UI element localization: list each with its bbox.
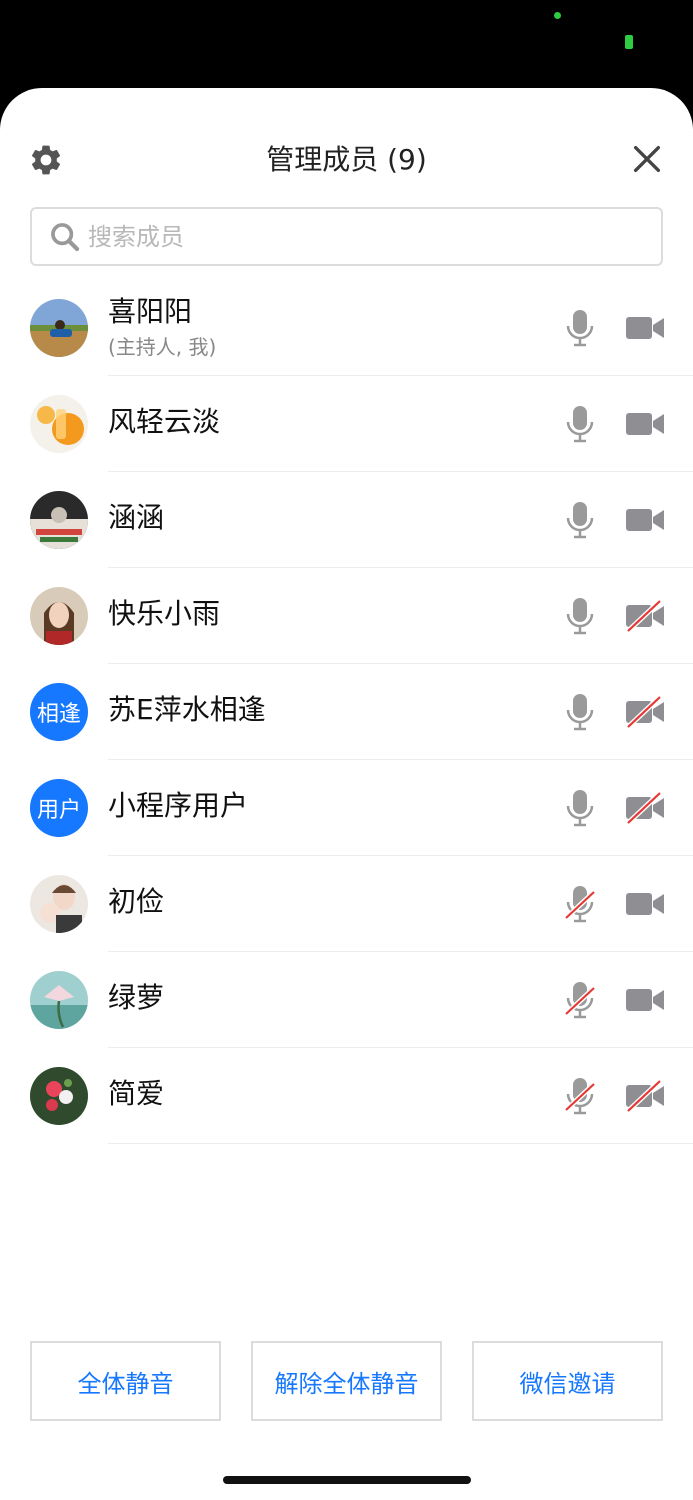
action-bar: 全体静音 解除全体静音 微信邀请 xyxy=(30,1341,663,1421)
search-input[interactable] xyxy=(88,222,648,251)
video-camera-off-icon[interactable] xyxy=(624,598,666,634)
avatar xyxy=(30,299,88,357)
video-camera-off-icon[interactable] xyxy=(624,1078,666,1114)
microphone-icon[interactable] xyxy=(562,788,598,828)
microphone-icon[interactable] xyxy=(562,692,598,732)
video-camera-icon[interactable] xyxy=(624,982,666,1018)
list-item[interactable]: 初俭 xyxy=(0,856,693,952)
avatar xyxy=(30,491,88,549)
list-item[interactable]: 快乐小雨 xyxy=(0,568,693,664)
battery-indicator xyxy=(625,35,633,49)
member-name: 绿萝 xyxy=(108,981,165,1014)
close-icon[interactable] xyxy=(630,142,664,176)
avatar xyxy=(30,587,88,645)
microphone-off-icon[interactable] xyxy=(562,980,598,1020)
member-role: (主持人, 我) xyxy=(108,335,217,359)
member-name: 喜阳阳 xyxy=(108,295,193,328)
member-name: 简爱 xyxy=(108,1077,165,1110)
microphone-icon[interactable] xyxy=(562,596,598,636)
sheet-header: 管理成员 (9) xyxy=(0,88,693,208)
microphone-off-icon[interactable] xyxy=(562,1076,598,1116)
avatar xyxy=(30,395,88,453)
home-indicator[interactable] xyxy=(223,1476,471,1484)
avatar xyxy=(30,1067,88,1125)
member-list: 喜阳阳 (主持人, 我) 风轻云淡 涵涵 快乐小雨 相逢 苏E萍水相逢 用户 小… xyxy=(0,280,693,1144)
list-item[interactable]: 简爱 xyxy=(0,1048,693,1144)
status-bar xyxy=(0,0,693,90)
wechat-invite-button[interactable]: 微信邀请 xyxy=(472,1341,663,1421)
microphone-off-icon[interactable] xyxy=(562,884,598,924)
list-item[interactable]: 涵涵 xyxy=(0,472,693,568)
privacy-indicator-dot xyxy=(554,12,561,19)
member-name: 初俭 xyxy=(108,885,165,918)
video-camera-off-icon[interactable] xyxy=(624,694,666,730)
member-name: 小程序用户 xyxy=(108,789,249,822)
manage-members-sheet: 管理成员 (9) 喜阳阳 ( xyxy=(0,88,693,1500)
video-camera-off-icon[interactable] xyxy=(624,790,666,826)
search-icon xyxy=(51,222,80,251)
video-camera-icon[interactable] xyxy=(624,886,666,922)
microphone-icon[interactable] xyxy=(562,308,598,348)
list-item[interactable]: 绿萝 xyxy=(0,952,693,1048)
avatar xyxy=(30,971,88,1029)
member-name: 苏E萍水相逢 xyxy=(108,693,266,726)
list-item[interactable]: 用户 小程序用户 xyxy=(0,760,693,856)
avatar: 相逢 xyxy=(30,683,88,741)
avatar xyxy=(30,875,88,933)
unmute-all-button[interactable]: 解除全体静音 xyxy=(251,1341,442,1421)
member-name: 快乐小雨 xyxy=(108,597,221,630)
avatar: 用户 xyxy=(30,779,88,837)
video-camera-icon[interactable] xyxy=(624,502,666,538)
video-camera-icon[interactable] xyxy=(624,406,666,442)
page-title: 管理成员 (9) xyxy=(266,143,427,176)
list-item[interactable]: 风轻云淡 xyxy=(0,376,693,472)
row-divider xyxy=(108,1143,693,1144)
list-item[interactable]: 喜阳阳 (主持人, 我) xyxy=(0,280,693,376)
mute-all-button[interactable]: 全体静音 xyxy=(30,1341,221,1421)
search-bar[interactable] xyxy=(30,207,663,266)
microphone-icon[interactable] xyxy=(562,500,598,540)
member-name: 风轻云淡 xyxy=(108,405,221,438)
video-camera-icon[interactable] xyxy=(624,310,666,346)
microphone-icon[interactable] xyxy=(562,404,598,444)
list-item[interactable]: 相逢 苏E萍水相逢 xyxy=(0,664,693,760)
member-name: 涵涵 xyxy=(108,501,165,534)
